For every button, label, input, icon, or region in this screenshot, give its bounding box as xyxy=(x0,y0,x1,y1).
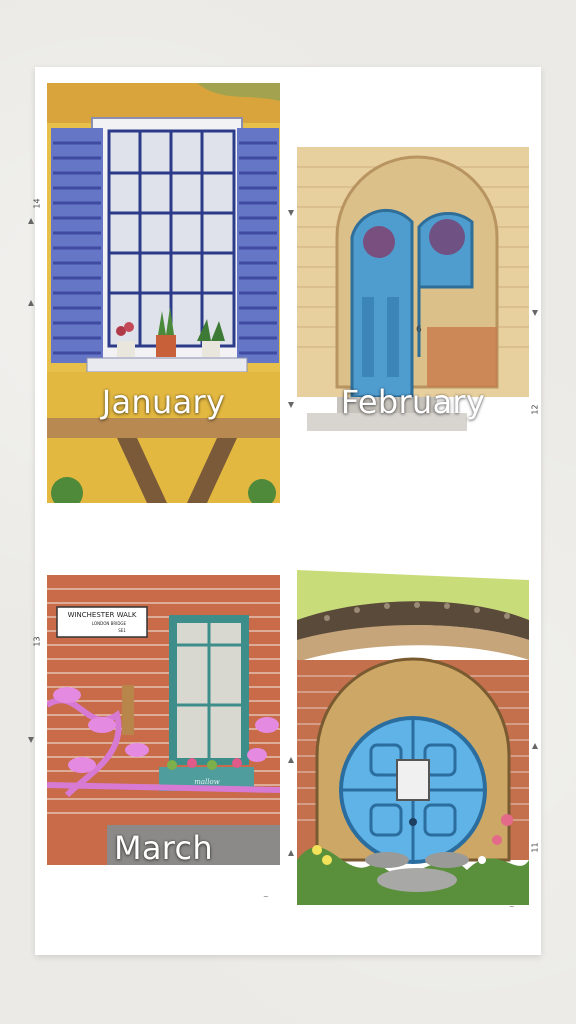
margin-number-12: 12 xyxy=(530,404,540,415)
registration-tick-icon xyxy=(28,218,34,224)
artist-signature-march: ~ xyxy=(263,893,269,901)
card-april[interactable]: April April xyxy=(297,560,529,905)
registration-tick-icon xyxy=(532,310,538,316)
planter-text: mallow xyxy=(194,778,220,786)
registration-tick-icon xyxy=(288,850,294,856)
registration-tick-icon xyxy=(288,757,294,763)
card-march[interactable]: WINCHESTER WALK LONDON BRIDGE SE1 mallow xyxy=(47,575,280,890)
month-label-january: January xyxy=(101,383,226,421)
card-february[interactable]: 6 February xyxy=(297,127,529,457)
card-january[interactable]: January xyxy=(47,83,280,503)
door-number: 6 xyxy=(416,325,422,335)
month-label-march: March xyxy=(113,829,214,867)
registration-tick-icon xyxy=(532,743,538,749)
april-illustration xyxy=(297,560,529,905)
street-sign-line1: WINCHESTER WALK xyxy=(68,611,137,619)
street-sign-line3: SE1 xyxy=(118,628,126,633)
january-illustration xyxy=(47,83,280,503)
margin-number-13: 13 xyxy=(32,636,42,647)
registration-tick-icon xyxy=(288,402,294,408)
registration-tick-icon xyxy=(28,737,34,743)
registration-tick-icon xyxy=(28,300,34,306)
margin-number-11: 11 xyxy=(530,842,540,853)
registration-tick-icon xyxy=(288,210,294,216)
print-sheet: January 6 February WINCHESTER WALK LONDO… xyxy=(28,67,541,955)
artist-signature-april: ~ xyxy=(509,903,515,911)
month-label-february: February xyxy=(340,383,486,421)
margin-number-14: 14 xyxy=(32,198,42,209)
street-sign-line2: LONDON BRIDGE xyxy=(92,621,127,626)
